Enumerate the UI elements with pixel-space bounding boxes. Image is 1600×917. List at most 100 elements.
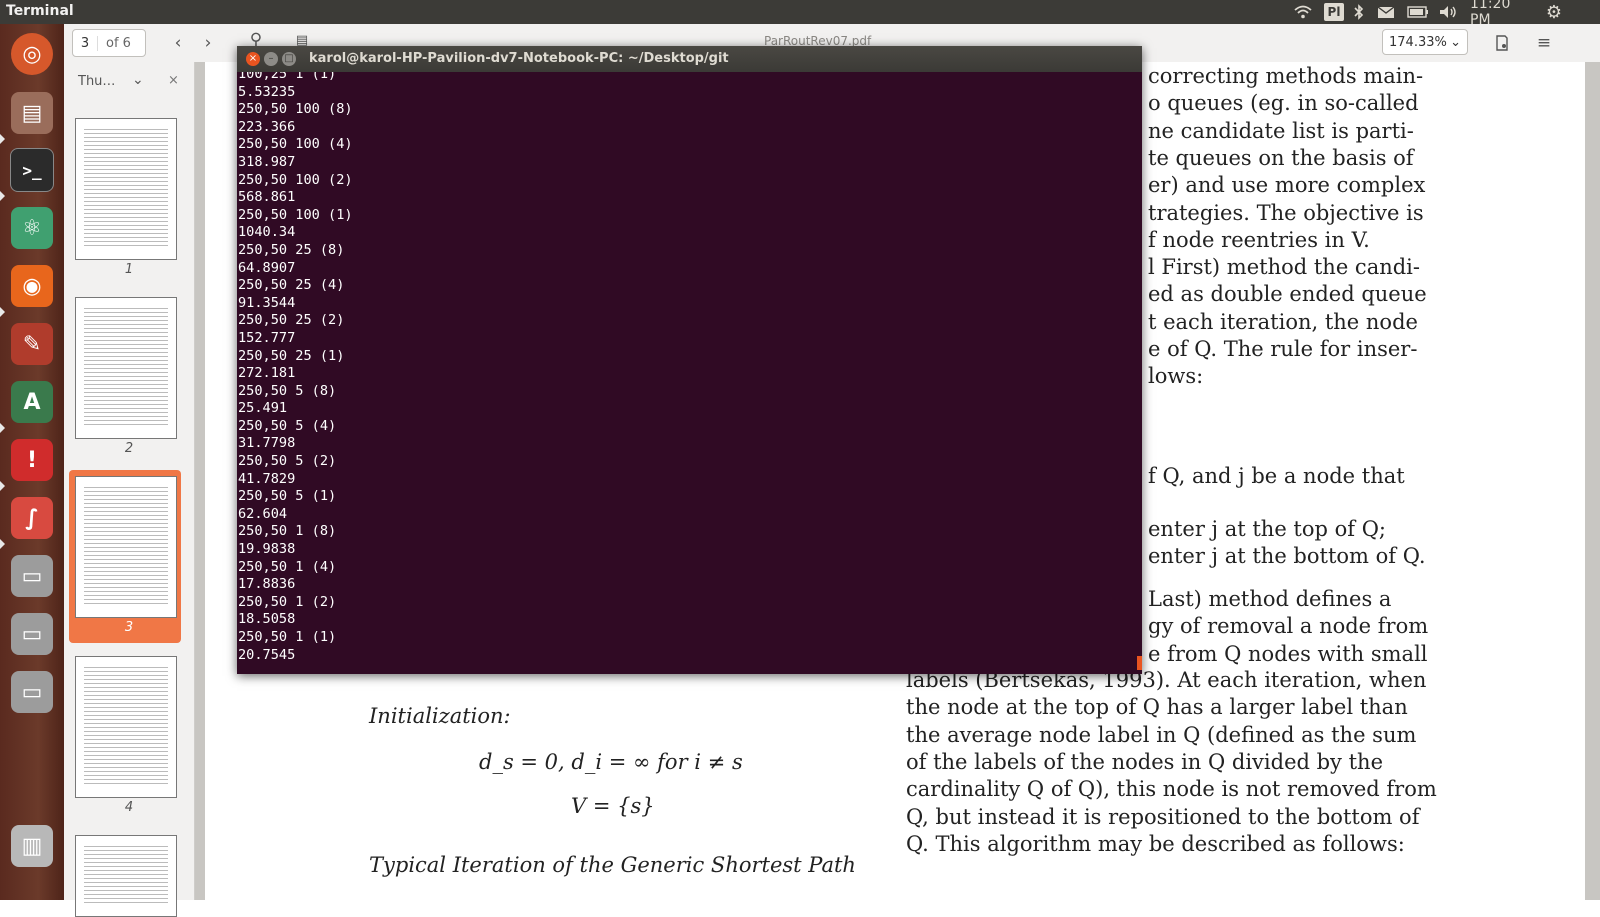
thumbnail-label-3: 3 [124,620,134,635]
document-viewer-icon: ∫ [11,497,53,539]
thumbnail-page-1[interactable] [75,118,177,260]
terminal-line: 91.3544 [238,294,296,311]
terminal-line: 31.7798 [238,435,296,452]
thumbnail-label-1: 1 [124,262,134,277]
file-cabinet-icon: ▤ [11,92,53,134]
battery-icon[interactable] [1405,3,1431,21]
terminal-line: 250,50 1 (1) [238,629,337,645]
updater-icon: A [11,381,53,423]
launcher-terminal[interactable]: >_ [6,144,58,196]
hamburger-menu-icon[interactable]: ≡ [1532,31,1556,55]
terminal-window[interactable]: × – □ karol@karol-HP-Pavilion-dv7-Notebo… [237,46,1142,674]
running-indicator [0,307,5,317]
terminal-line: 272.181 [238,365,296,382]
text-line: Q, but instead it is repositioned to the… [906,804,1420,829]
terminal-line: 250,50 5 (4) [238,417,337,434]
text-line: ne candidate list is parti- [1148,118,1414,143]
text-line: o queues (eg. in so-called [1148,91,1419,116]
thumbnail-page-5[interactable] [75,835,177,917]
launcher-software-updater[interactable]: A [6,376,58,428]
text-line: cardinality Q of Q), this node is not re… [906,777,1437,802]
mail-icon[interactable] [1375,3,1397,21]
terminal-titlebar[interactable]: × – □ karol@karol-HP-Pavilion-dv7-Notebo… [237,46,1142,72]
thumbnail-page-3[interactable] [75,476,177,618]
terminal-line: 5.53235 [238,83,296,100]
running-indicator [0,191,5,201]
app-title: Terminal [6,3,74,19]
terminal-line: 41.7829 [238,470,296,487]
wifi-icon[interactable] [1292,3,1314,21]
launcher-trash[interactable]: ▥ [6,820,58,872]
launcher-firefox[interactable]: ◉ [6,260,58,312]
page-number-input[interactable]: 3 [73,35,98,51]
text-line: e of Q. The rule for inser- [1148,337,1418,361]
launcher-ubuntu-dash[interactable]: ◎ [6,28,58,80]
text-line: f Q, and j be a node that [1148,464,1405,488]
terminal-line: 1040.34 [238,224,296,241]
exclamation-icon: ! [11,439,53,481]
thumbnail-page-4[interactable] [75,656,177,798]
thumbnail-page-2[interactable] [75,297,177,439]
launcher-drive-1[interactable]: ▭ [6,550,58,602]
terminal-line: 250,50 5 (1) [238,488,337,505]
typical-iteration-heading: Typical Iteration of the Generic Shortes… [369,853,856,877]
thumbnail-sidebar: Thu… ⌄ × 1 2 3 4 [64,62,195,917]
text-line: lows: [1148,364,1204,389]
text-line: e from Q nodes with small [1148,641,1428,666]
disk-drive-icon: ▭ [11,613,53,655]
terminal-line: 250,50 100 (2) [238,171,353,188]
sidebar-header: Thu… ⌄ × [64,62,194,102]
keyboard-layout-indicator[interactable]: Pl [1324,3,1344,21]
volume-icon[interactable] [1438,3,1460,21]
close-icon[interactable]: × [168,73,179,88]
running-indicator [0,539,5,549]
previous-page-icon[interactable]: ‹ [166,31,190,55]
terminal-line: 152.777 [238,329,296,346]
thumbnail-label-2: 2 [124,441,134,456]
maximize-window-icon[interactable]: □ [282,52,296,66]
launcher-error-report[interactable]: ! [6,434,58,486]
text-line: Last) method defines a [1148,587,1392,611]
minimize-window-icon[interactable]: – [264,52,278,66]
terminal-line: 18.5058 [238,611,296,628]
top-panel: Terminal Pl 11:20 PM ⚙ [0,0,1600,28]
trash-icon: ▥ [11,825,53,867]
launcher-drive-3[interactable]: ▭ [6,666,58,718]
text-line: of the labels of the nodes in Q divided … [906,749,1383,774]
atom-icon: ⚛ [11,207,53,249]
launcher-system-settings[interactable]: ✎ [6,318,58,370]
clock[interactable]: 11:20 PM [1470,0,1534,28]
page-selector[interactable]: 3 of 6 [72,29,146,57]
text-line: gy of removal a node from [1148,614,1429,639]
terminal-line: 250,50 5 (2) [238,453,337,470]
formula-init-distances: d_s = 0, d_i = ∞ for i ≠ s [479,750,743,774]
bluetooth-icon[interactable] [1350,3,1368,21]
chevron-down-icon[interactable]: ⌄ [132,72,144,88]
launcher-document-viewer[interactable]: ∫ [6,492,58,544]
launcher-drive-2[interactable]: ▭ [6,608,58,660]
launcher: ◎ ▤ >_ ⚛ ◉ ✎ A! ∫ ▭ ▭ ▭ ▥ [0,24,64,900]
terminal-line: 250,50 1 (4) [238,558,337,575]
terminal-line: 19.9838 [238,541,296,558]
text-line: the average node label in Q (defined as … [906,722,1417,747]
terminal-line: 62.604 [238,505,288,522]
terminal-line: 64.8907 [238,259,296,276]
zoom-selector[interactable]: 174.33% ⌄ [1382,29,1468,55]
launcher-atom[interactable]: ⚛ [6,202,58,254]
running-indicator [0,423,5,433]
text-line: ed as double ended queue [1148,282,1427,307]
launcher-files[interactable]: ▤ [6,87,58,139]
thumbnail-label-4: 4 [124,800,134,815]
text-line: f node reentries in V. [1148,227,1370,252]
terminal-output[interactable]: 100,25 1 (1) 5.53235 250,50 100 (8) 223.366… [238,72,1138,672]
terminal-line: 250,50 25 (1) [238,347,345,364]
close-window-icon[interactable]: × [246,52,260,66]
gear-icon[interactable]: ⚙ [1542,2,1566,23]
bookmark-icon[interactable] [1490,31,1514,55]
terminal-line: 318.987 [238,153,296,170]
terminal-line: 568.861 [238,189,296,206]
sidebar-mode-label[interactable]: Thu… [78,74,115,89]
next-page-icon[interactable]: › [196,31,220,55]
terminal-title: karol@karol-HP-Pavilion-dv7-Notebook-PC:… [309,51,729,66]
terminal-scrollbar[interactable] [1137,656,1142,670]
